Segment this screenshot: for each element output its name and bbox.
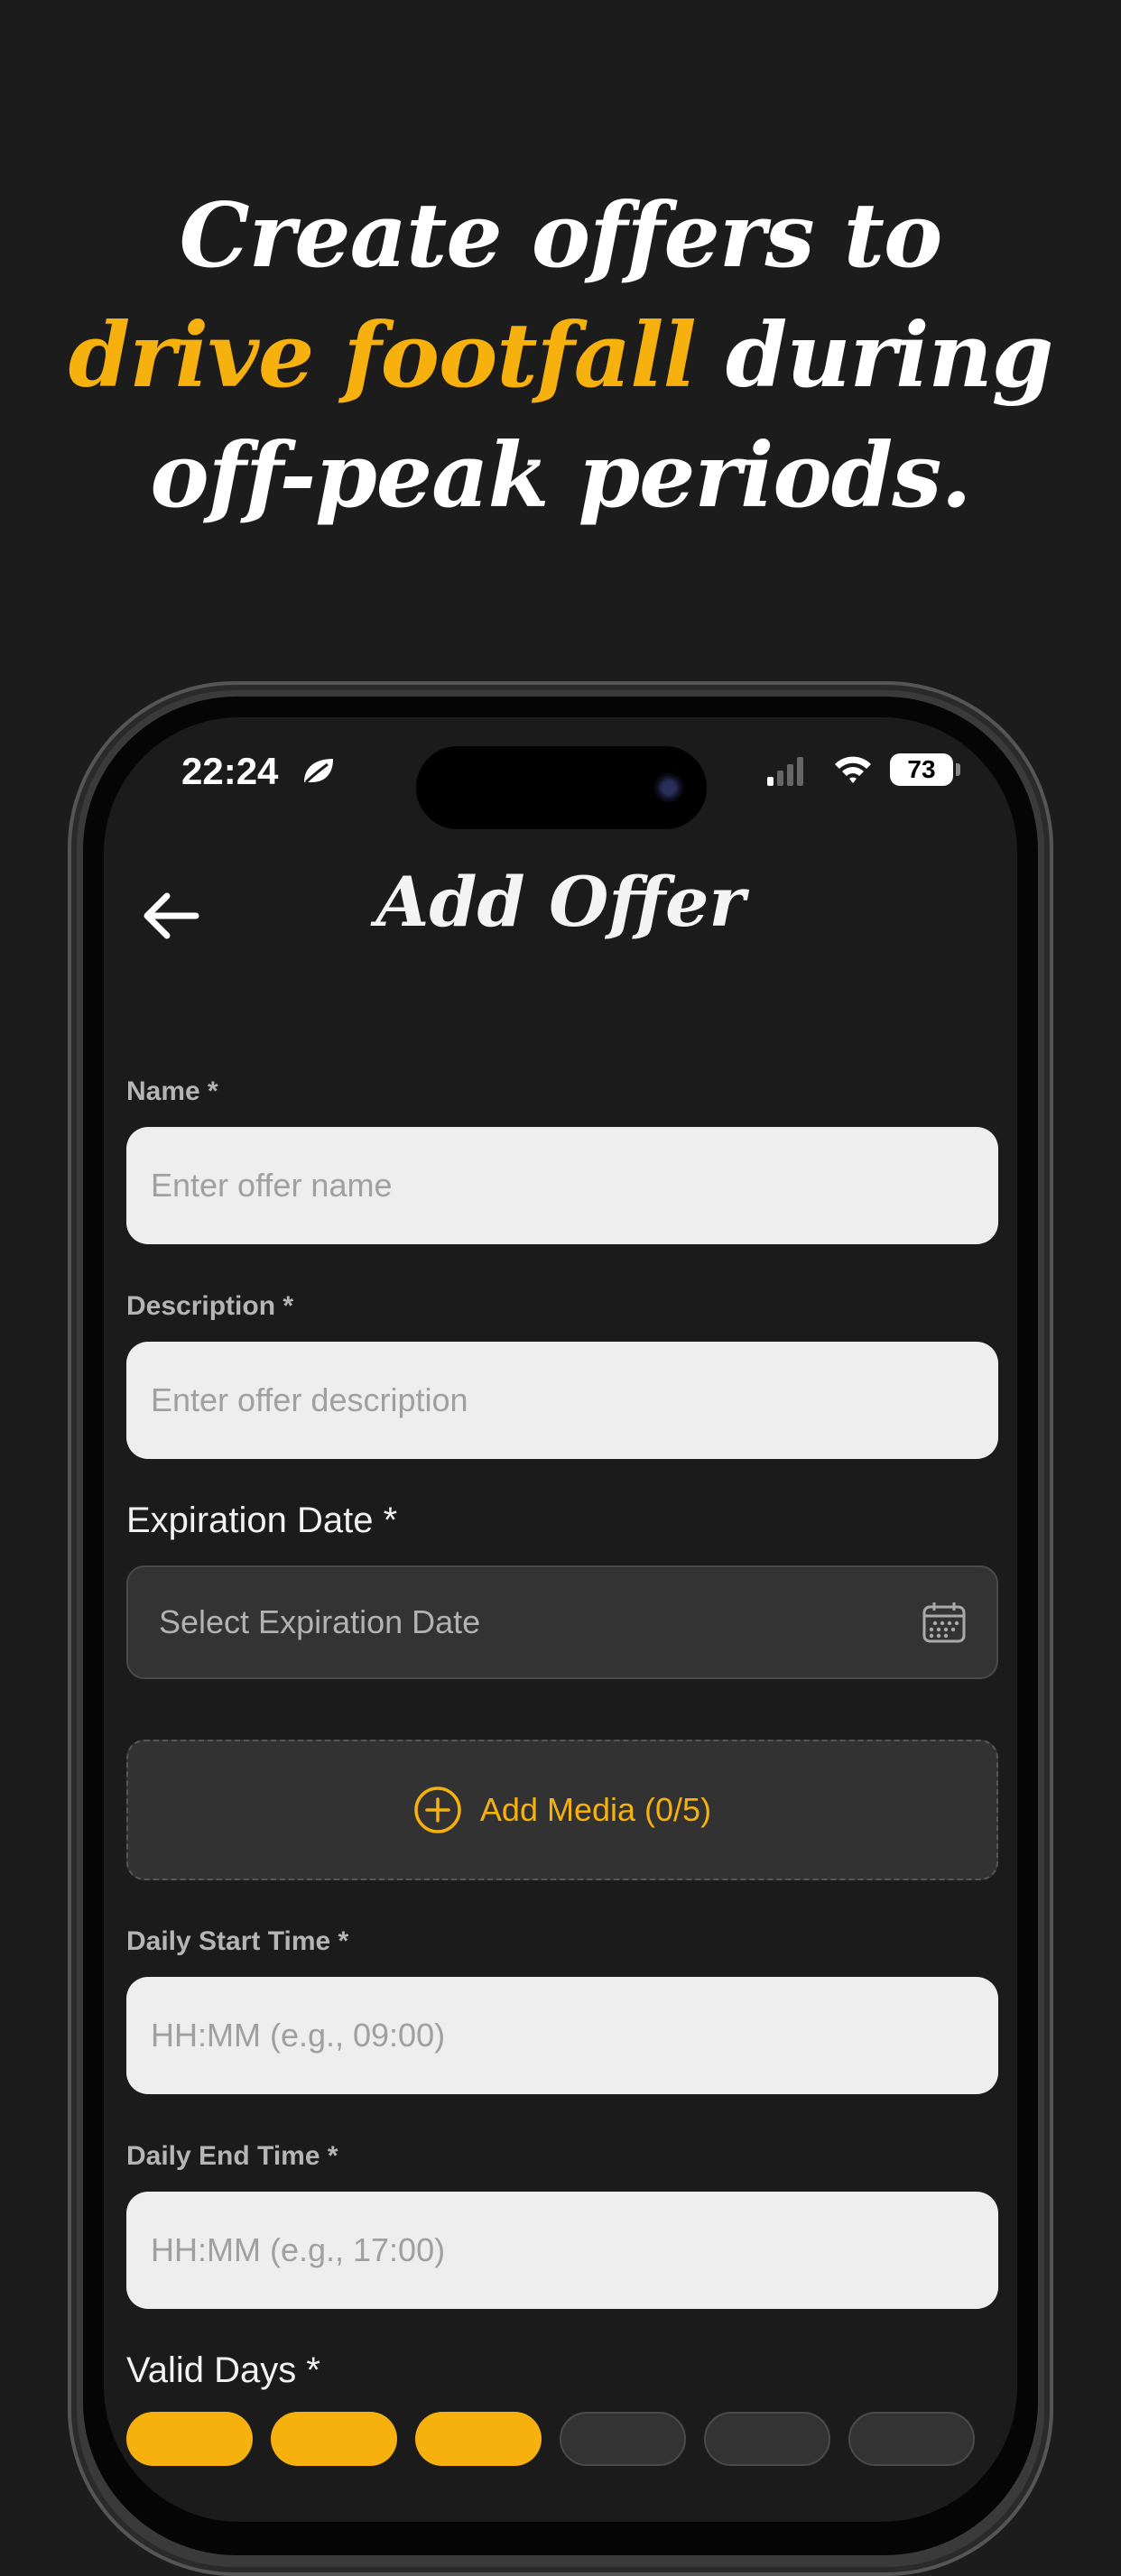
offer-name-input[interactable]: Enter offer name <box>126 1127 998 1244</box>
camera-icon <box>654 773 683 802</box>
battery-cap <box>956 763 960 776</box>
add-media-button[interactable]: Add Media (0/5) <box>126 1740 998 1880</box>
headline-line-2-rest: during <box>695 304 1053 408</box>
headline-line-3: off-peak periods. <box>150 424 971 528</box>
dynamic-island <box>416 746 707 829</box>
phone-screen: 22:24 73 Add Offer Name * Enter offer na… <box>104 717 1017 2522</box>
leaf-icon <box>304 759 333 784</box>
valid-day-chip[interactable] <box>848 2412 975 2466</box>
headline-line-2: drive footfall during <box>0 296 1121 416</box>
add-media-label: Add Media (0/5) <box>479 1791 712 1828</box>
headline-line-1: Create offers to <box>179 184 943 288</box>
valid-day-chip[interactable] <box>126 2412 253 2466</box>
expiration-date-picker[interactable]: Select Expiration Date <box>126 1565 998 1679</box>
description-label: Description * <box>126 1291 294 1321</box>
valid-day-chip[interactable] <box>415 2412 542 2466</box>
headline-highlight: drive footfall <box>68 304 697 408</box>
daily-end-time-label: Daily End Time * <box>126 2141 338 2171</box>
offer-description-input[interactable]: Enter offer description <box>126 1342 998 1459</box>
expiration-date-placeholder: Select Expiration Date <box>159 1603 481 1640</box>
daily-start-time-label: Daily Start Time * <box>126 1926 349 1956</box>
battery-icon: 73 <box>890 753 953 786</box>
calendar-icon <box>922 1602 966 1643</box>
cellular-signal-icon <box>767 757 803 786</box>
expiration-date-label: Expiration Date * <box>126 1500 398 1540</box>
valid-days-label: Valid Days * <box>126 2350 320 2390</box>
name-label: Name * <box>126 1076 218 1106</box>
plus-circle-icon <box>414 1787 461 1833</box>
add-media-content: Add Media (0/5) <box>128 1741 996 1879</box>
valid-day-chip[interactable] <box>271 2412 397 2466</box>
page-title: Add Offer <box>375 862 746 942</box>
valid-day-chip[interactable] <box>560 2412 686 2466</box>
daily-start-time-input[interactable]: HH:MM (e.g., 09:00) <box>126 1977 998 2094</box>
daily-end-time-input[interactable]: HH:MM (e.g., 17:00) <box>126 2192 998 2309</box>
valid-day-chip[interactable] <box>704 2412 830 2466</box>
status-time: 22:24 <box>181 750 279 792</box>
marketing-headline: Create offers to drive footfall during o… <box>0 176 1121 536</box>
wifi-icon <box>835 756 871 783</box>
